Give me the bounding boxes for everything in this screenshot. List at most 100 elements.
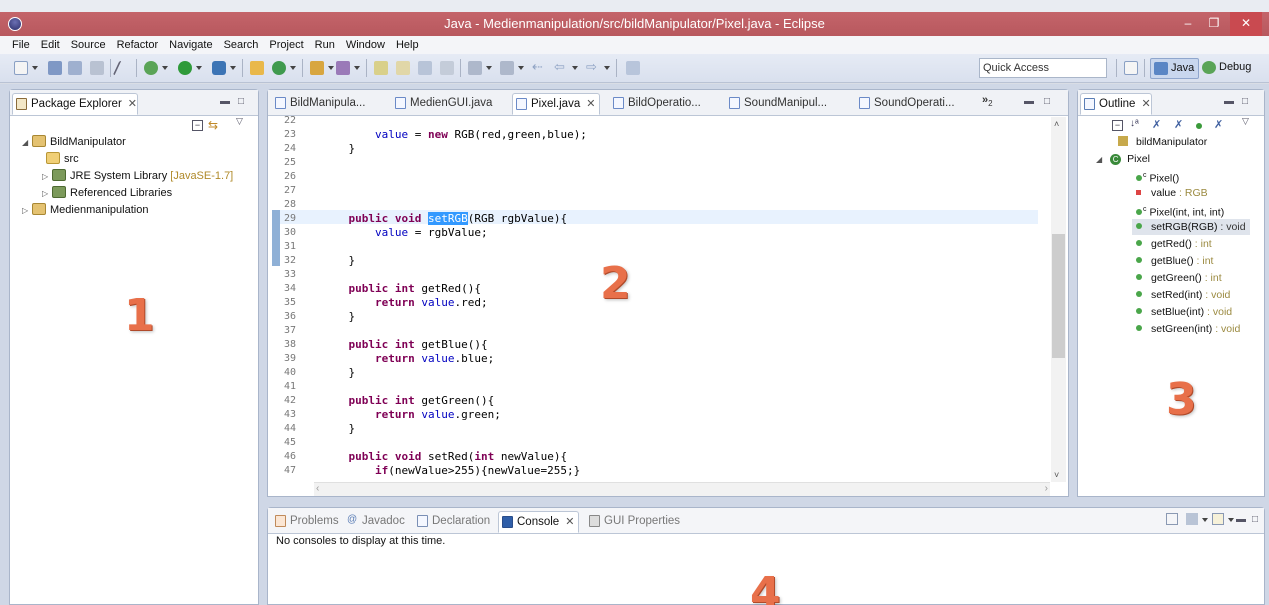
- new-icon[interactable]: [14, 61, 28, 75]
- editor-tab-bildmanipula[interactable]: BildManipula...: [272, 93, 365, 115]
- menu-file[interactable]: File: [12, 39, 30, 51]
- scroll-down-icon[interactable]: ˅: [1054, 470, 1059, 480]
- minimize-editor-icon[interactable]: ▬: [1024, 96, 1034, 107]
- editor-tab-soundmanipul[interactable]: SoundManipul...: [726, 93, 827, 115]
- back-dropdown-icon[interactable]: [572, 66, 578, 70]
- run-icon[interactable]: [178, 61, 192, 75]
- expanded-arrow-icon[interactable]: ◢: [22, 135, 32, 151]
- print-icon[interactable]: [90, 61, 104, 75]
- outline-member-selected[interactable]: setRGB(RGB) : void: [1132, 219, 1250, 235]
- editor-tab-bildoperatio[interactable]: BildOperatio...: [610, 93, 701, 115]
- block-selection-icon[interactable]: [418, 61, 432, 75]
- open-console-icon[interactable]: [1166, 513, 1178, 525]
- editor-vertical-scrollbar[interactable]: ˄ ˅: [1051, 117, 1066, 482]
- tab-problems[interactable]: Problems: [272, 511, 339, 533]
- scroll-right-icon[interactable]: ›: [1045, 483, 1048, 494]
- outline-member[interactable]: setGreen(int) : void: [1136, 321, 1240, 337]
- outline-package[interactable]: bildManipulator: [1118, 134, 1207, 150]
- perspective-debug-button[interactable]: Debug: [1199, 58, 1255, 79]
- outline-member[interactable]: value : RGB: [1136, 185, 1208, 201]
- hide-non-public-icon[interactable]: [1196, 123, 1202, 129]
- tree-item-referenced-libraries[interactable]: ▷ Referenced Libraries: [42, 185, 172, 201]
- scroll-left-icon[interactable]: ‹: [316, 483, 319, 494]
- new-console-icon[interactable]: [1212, 513, 1224, 525]
- quick-access-input[interactable]: Quick Access: [979, 58, 1107, 78]
- tab-package-explorer[interactable]: Package Explorer ✕: [12, 93, 138, 115]
- collapse-all-icon[interactable]: −: [192, 120, 203, 131]
- new-console-dropdown-icon[interactable]: [1228, 518, 1234, 522]
- collapsed-arrow-icon[interactable]: ▷: [42, 186, 52, 202]
- collapse-all-icon[interactable]: −: [1112, 120, 1123, 131]
- tab-outline[interactable]: Outline ✕: [1080, 93, 1152, 115]
- editor-tab-soundoperati[interactable]: SoundOperati...: [856, 93, 955, 115]
- menu-window[interactable]: Window: [346, 39, 385, 51]
- tab-declaration[interactable]: Declaration: [414, 511, 490, 533]
- open-perspective-icon[interactable]: [1124, 61, 1138, 75]
- maximize-editor-icon[interactable]: □: [1044, 96, 1050, 107]
- tree-item-bildmanipulator[interactable]: ◢ BildManipulator: [22, 134, 126, 150]
- hide-fields-icon[interactable]: ✗: [1152, 118, 1161, 131]
- link-with-editor-icon[interactable]: ⇆: [208, 118, 218, 132]
- hide-local-types-icon[interactable]: ✗: [1214, 118, 1223, 131]
- view-menu-icon[interactable]: ▽: [236, 116, 243, 127]
- more-tabs-button[interactable]: »2: [982, 94, 993, 108]
- show-whitespace-icon[interactable]: [440, 61, 454, 75]
- new-java-class-icon[interactable]: [272, 61, 286, 75]
- scroll-up-icon[interactable]: ˄: [1054, 119, 1059, 129]
- display-console-icon[interactable]: [1186, 513, 1198, 525]
- close-tab-icon[interactable]: ✕: [565, 516, 574, 528]
- tree-item-src[interactable]: src: [46, 151, 79, 167]
- mark-occurrences-icon[interactable]: [396, 61, 410, 75]
- scrollbar-thumb[interactable]: [1052, 234, 1065, 358]
- external-tools-icon[interactable]: [212, 61, 226, 75]
- menu-refactor[interactable]: Refactor: [117, 39, 159, 51]
- save-icon[interactable]: [48, 61, 62, 75]
- outline-member[interactable]: getGreen() : int: [1136, 270, 1222, 286]
- menu-project[interactable]: Project: [269, 39, 303, 51]
- next-annotation-icon[interactable]: [468, 61, 482, 75]
- view-menu-icon[interactable]: ▽: [1242, 116, 1249, 127]
- new-java-package-icon[interactable]: [250, 61, 264, 75]
- search-tool-icon[interactable]: [336, 61, 350, 75]
- close-tab-icon[interactable]: ✕: [1141, 98, 1150, 110]
- hide-static-icon[interactable]: ✗: [1174, 118, 1183, 131]
- open-type-icon[interactable]: [310, 61, 324, 75]
- debug-dropdown-icon[interactable]: [162, 66, 168, 70]
- editor-tab-pixel[interactable]: Pixel.java ✕: [512, 93, 601, 115]
- new-dropdown-icon[interactable]: [32, 66, 38, 70]
- forward-icon[interactable]: ⇨: [586, 60, 600, 75]
- maximize-view-icon[interactable]: □: [238, 96, 244, 107]
- tab-gui-properties[interactable]: GUI Properties: [586, 511, 680, 533]
- perspective-java-button[interactable]: Java: [1150, 58, 1200, 79]
- editor-horizontal-scrollbar[interactable]: ‹ ›: [314, 482, 1050, 496]
- back-icon[interactable]: ⇦: [554, 60, 568, 75]
- tab-javadoc[interactable]: @ Javadoc: [344, 511, 405, 533]
- tree-item-jre-system-library[interactable]: ▷ JRE System Library [JavaSE-1.7]: [42, 168, 233, 184]
- run-dropdown-icon[interactable]: [196, 66, 202, 70]
- close-tab-icon[interactable]: ✕: [586, 98, 595, 110]
- outline-member[interactable]: getBlue() : int: [1136, 253, 1213, 269]
- menu-source[interactable]: Source: [71, 39, 106, 51]
- collapsed-arrow-icon[interactable]: ▷: [42, 169, 52, 185]
- menu-navigate[interactable]: Navigate: [169, 39, 212, 51]
- close-tab-icon[interactable]: ✕: [128, 98, 137, 110]
- close-button[interactable]: ✕: [1230, 12, 1262, 36]
- expanded-arrow-icon[interactable]: ◢: [1096, 155, 1102, 164]
- sort-icon[interactable]: ↓ᵃ: [1130, 118, 1139, 129]
- menu-help[interactable]: Help: [396, 39, 419, 51]
- previous-annotation-dropdown-icon[interactable]: [518, 66, 524, 70]
- menu-edit[interactable]: Edit: [41, 39, 60, 51]
- outline-member[interactable]: setBlue(int) : void: [1136, 304, 1232, 320]
- last-edit-location-icon[interactable]: ⇠: [532, 60, 546, 75]
- minimize-view-icon[interactable]: ▬: [1224, 96, 1234, 107]
- outline-class[interactable]: ◢ C Pixel: [1096, 151, 1150, 167]
- display-console-dropdown-icon[interactable]: [1202, 518, 1208, 522]
- maximize-view-icon[interactable]: □: [1242, 96, 1248, 107]
- tab-console[interactable]: Console ✕: [498, 511, 580, 533]
- external-tools-dropdown-icon[interactable]: [230, 66, 236, 70]
- maximize-view-icon[interactable]: □: [1252, 514, 1258, 525]
- minimize-view-icon[interactable]: ▬: [220, 96, 230, 107]
- next-annotation-dropdown-icon[interactable]: [486, 66, 492, 70]
- toggle-mark-icon[interactable]: [112, 61, 134, 75]
- save-all-icon[interactable]: [68, 61, 82, 75]
